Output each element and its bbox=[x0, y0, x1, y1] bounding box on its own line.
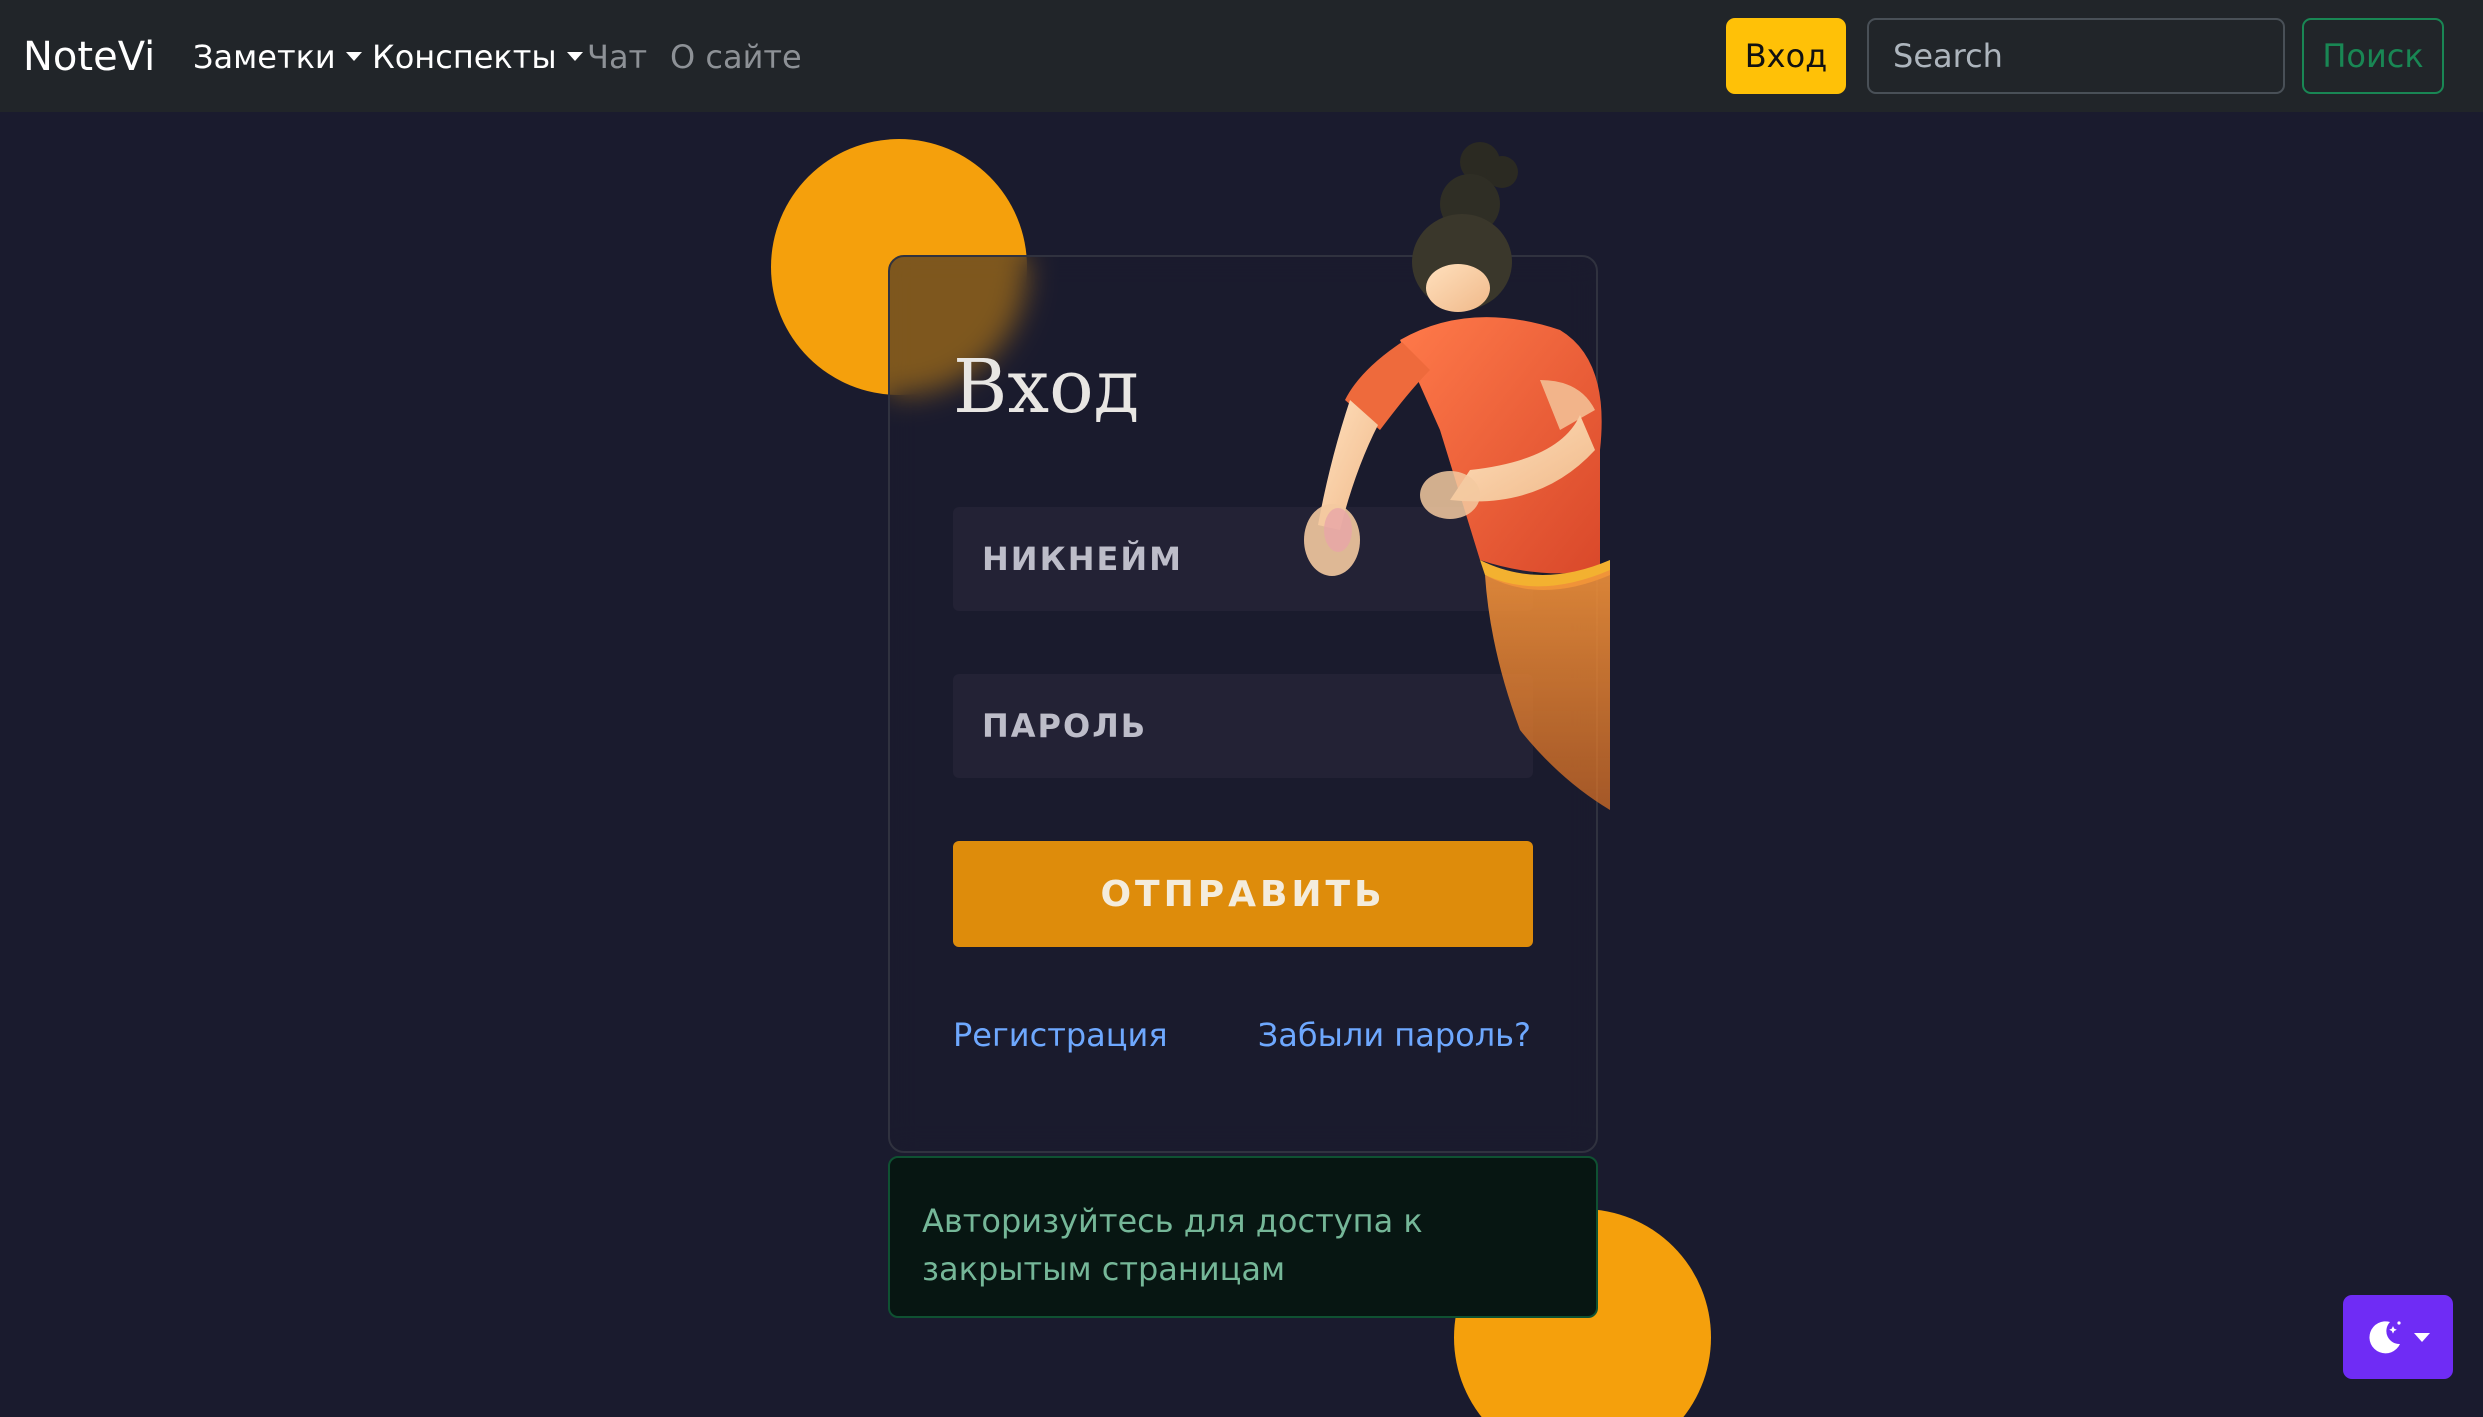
search-input[interactable] bbox=[1867, 18, 2285, 94]
nav-item-summaries[interactable]: Конспекты bbox=[372, 34, 583, 80]
register-link[interactable]: Регистрация bbox=[953, 1013, 1168, 1057]
password-field[interactable]: ПАРОЛЬ bbox=[953, 674, 1533, 778]
auth-alert: Авторизуйтесь для доступа к закрытым стр… bbox=[888, 1156, 1598, 1318]
submit-button[interactable]: ОТПРАВИТЬ bbox=[953, 841, 1533, 947]
chevron-down-icon bbox=[566, 51, 583, 61]
login-card: Вход НИКНЕЙМ ПАРОЛЬ ОТПРАВИТЬ Регистраци… bbox=[888, 255, 1598, 1153]
theme-toggle-button[interactable] bbox=[2343, 1295, 2453, 1379]
nickname-field[interactable]: НИКНЕЙМ bbox=[953, 507, 1533, 611]
nav-item-label: Заметки bbox=[193, 38, 336, 76]
nav-item-about[interactable]: О сайте bbox=[670, 34, 802, 80]
nav-item-chat[interactable]: Чат bbox=[587, 34, 647, 80]
login-button[interactable]: Вход bbox=[1726, 18, 1846, 94]
forgot-password-link[interactable]: Забыли пароль? bbox=[1258, 1013, 1531, 1057]
nav-item-label: Конспекты bbox=[372, 38, 557, 76]
login-title: Вход bbox=[953, 344, 1140, 430]
navbar: NoteVi Заметки Конспекты Чат О сайте Вхо… bbox=[0, 0, 2483, 112]
moon-stars-icon bbox=[2369, 1321, 2401, 1354]
chevron-down-icon bbox=[345, 51, 362, 61]
nav-item-notes[interactable]: Заметки bbox=[193, 34, 362, 80]
search-button[interactable]: Поиск bbox=[2302, 18, 2444, 94]
chevron-down-icon bbox=[2414, 1332, 2430, 1342]
brand-logo[interactable]: NoteVi bbox=[23, 28, 155, 86]
